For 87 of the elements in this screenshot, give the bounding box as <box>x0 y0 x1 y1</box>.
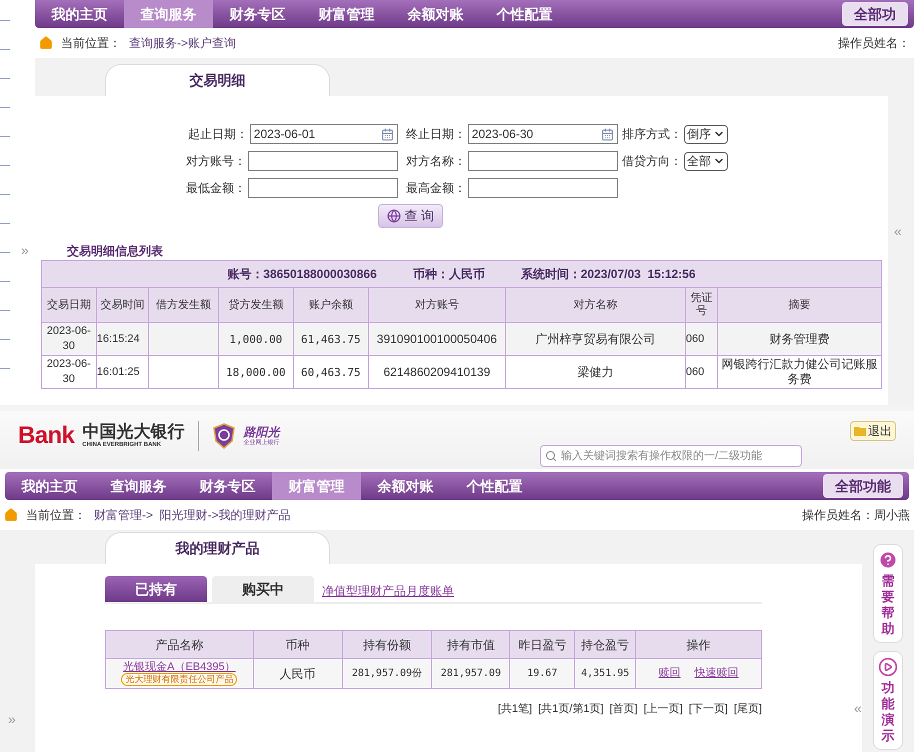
home-icon <box>39 36 53 50</box>
table-cell: 网银跨行汇款力健公司记账服务费 <box>717 356 882 388</box>
field-label: 最高金额： <box>406 180 466 197</box>
issuer-tag: 光大理财有限责任公司产品 <box>121 673 238 686</box>
pagination-link[interactable]: [共1笔] <box>498 701 532 718</box>
table-cell: 梁健力 <box>505 356 686 388</box>
breadcrumb-label: 当前位置： <box>61 35 121 52</box>
search-icon <box>545 450 557 462</box>
calendar-icon <box>600 128 614 140</box>
all-functions-button[interactable]: 全部功能 <box>823 474 903 498</box>
calendar-icon <box>380 128 394 140</box>
input-field[interactable] <box>468 151 618 171</box>
sub-tab[interactable]: 已持有 <box>105 576 207 602</box>
date-field[interactable]: 2023-06-30 <box>468 124 618 144</box>
query-button[interactable]: 查 询 <box>378 204 444 228</box>
pagination-link[interactable]: [上一页] <box>644 701 683 718</box>
table-cell: 4,351.95 <box>574 658 636 688</box>
column-header: 操作 <box>636 630 762 658</box>
page-tab[interactable]: 我的理财产品 <box>105 532 330 564</box>
breadcrumb-label: 当前位置： <box>26 507 86 524</box>
bank-name: 中国光大银行 <box>82 423 184 441</box>
nav-item[interactable]: 财务专区 <box>183 472 272 500</box>
field-label: 最低金额： <box>186 180 246 197</box>
nav-item[interactable]: 个性配置 <box>480 0 569 28</box>
date-field[interactable]: 2023-06-01 <box>250 124 398 144</box>
globe-icon <box>386 209 401 223</box>
pagination-link[interactable]: [下一页] <box>688 701 728 718</box>
list-title: 交易明细信息列表 <box>66 243 164 260</box>
nav-item[interactable]: 余额对账 <box>391 0 480 28</box>
product-link[interactable]: 光银现金A（EB4395） <box>123 661 236 673</box>
table-cell: 19.67 <box>510 658 575 688</box>
table-cell: 人民币 <box>253 658 342 688</box>
statement-link[interactable]: 净值型理财产品月度账单 <box>322 582 454 600</box>
nav-item[interactable]: 余额对账 <box>361 472 450 500</box>
nav-item[interactable]: 个性配置 <box>450 472 539 500</box>
summary-text: 账号：38650188000030866 <box>227 266 377 283</box>
sub-tab[interactable]: 购买中 <box>212 576 314 602</box>
field-label: 终止日期： <box>406 126 466 143</box>
action-link[interactable]: 赎回 <box>658 665 681 682</box>
all-functions-button[interactable]: 全部功 <box>842 2 908 26</box>
pagination-link[interactable]: [首页] <box>610 701 638 718</box>
table-cell <box>148 356 218 388</box>
table-cell: 18,000.00 <box>218 356 294 388</box>
pagination-link[interactable]: [尾页] <box>734 701 762 718</box>
input-field[interactable] <box>248 178 398 198</box>
table-cell: 6214860209410139 <box>368 356 506 388</box>
table-cell: 281,957.09 <box>432 658 510 688</box>
home-icon <box>4 508 18 522</box>
dropdown[interactable]: 全部 <box>684 152 728 170</box>
summary-text: 币种：人民币 <box>412 266 485 283</box>
field-label: 起止日期： <box>188 126 248 143</box>
field-label: 对方名称： <box>406 153 466 170</box>
table-cell: 060 <box>685 356 718 388</box>
shield-emblem-icon <box>213 423 236 449</box>
operator-name: 操作员姓名：周小燕 <box>802 507 910 524</box>
pagination-link[interactable]: [共1页/第1页] <box>538 701 604 718</box>
breadcrumb-link[interactable]: 查询服务->账户查询 <box>129 34 236 52</box>
input-field[interactable] <box>248 151 398 171</box>
nav-item[interactable]: 财务专区 <box>213 0 302 28</box>
brand-name: 路阳光 <box>243 426 280 438</box>
summary-text: 系统时间：2023/07/03 15:12:56 <box>520 266 696 283</box>
logout-button[interactable]: 退出 <box>850 421 896 441</box>
breadcrumb-link[interactable]: 财富管理-> 阳光理财->我的理财产品 <box>94 506 291 524</box>
field-label: 借贷方向： <box>622 153 682 170</box>
folder-icon <box>854 426 866 436</box>
dropdown[interactable]: 倒序 <box>684 124 728 144</box>
action-link[interactable]: 快速赎回 <box>694 665 739 682</box>
column-header: 产品名称 <box>106 630 254 658</box>
nav-item[interactable]: 查询服务 <box>94 472 183 500</box>
side-panel-button[interactable]: 需要帮助 <box>873 544 903 643</box>
search-field[interactable]: 输入关键词搜索有操作权限的一/二级功能 <box>540 445 802 467</box>
table-cell: 16:01:25 <box>96 356 148 388</box>
table-cell: 60,463.75 <box>293 356 368 388</box>
field-label: 对方账号： <box>186 153 246 170</box>
operator-name: 操作员姓名： <box>838 35 910 52</box>
nav-item[interactable]: 我的主页 <box>35 0 124 28</box>
nav-item[interactable]: 财富管理 <box>302 0 391 28</box>
help-icon <box>878 550 898 570</box>
side-panel-button[interactable]: 功能演示 <box>873 651 903 750</box>
input-field[interactable] <box>468 178 618 198</box>
field-label: 排序方式： <box>622 126 682 143</box>
table-cell: 281,957.09份 <box>342 658 432 688</box>
bank-logo: Bank <box>18 424 74 448</box>
nav-item[interactable]: 我的主页 <box>5 472 94 500</box>
table-cell: 2023-06-30 <box>41 356 96 388</box>
page-tab[interactable]: 交易明细 <box>105 64 330 96</box>
play-icon <box>878 657 898 677</box>
